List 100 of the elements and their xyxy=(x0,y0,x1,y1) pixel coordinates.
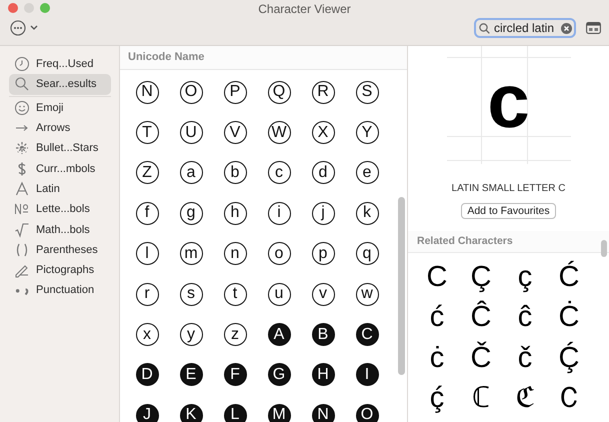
related-character[interactable]: ℂ xyxy=(459,378,503,419)
related-character[interactable]: Ç xyxy=(459,257,503,298)
scrollbar-thumb[interactable] xyxy=(398,197,405,375)
circled-letter[interactable]: s xyxy=(180,282,202,306)
filled-circled-letter[interactable]: M xyxy=(268,404,290,422)
filled-circled-letter[interactable]: G xyxy=(268,363,290,386)
related-character[interactable]: ℭ xyxy=(503,378,547,419)
filled-circled-letter[interactable]: K xyxy=(180,404,202,422)
sidebar-item[interactable]: Latin xyxy=(9,178,111,200)
circled-letter[interactable]: W xyxy=(268,121,290,144)
related-character[interactable]: Ċ xyxy=(547,298,591,338)
root-icon xyxy=(14,222,30,238)
related-character[interactable]: ç xyxy=(503,257,547,298)
close-button[interactable] xyxy=(8,3,18,13)
filled-circled-letter[interactable]: I xyxy=(356,363,378,386)
circled-letter[interactable]: Y xyxy=(356,121,378,144)
sidebar-item[interactable]: Pictographs xyxy=(9,260,111,280)
circled-letter[interactable]: z xyxy=(224,323,246,346)
related-character[interactable]: Ć xyxy=(547,257,591,298)
sidebar-icon[interactable] xyxy=(586,22,601,34)
add-to-favourites-button[interactable]: Add to Favourites xyxy=(461,203,556,219)
filled-circled-letter[interactable]: A xyxy=(268,323,290,346)
related-character[interactable]: ć xyxy=(415,298,459,338)
filled-circled-letter[interactable]: F xyxy=(224,363,246,386)
sidebar-item[interactable]: Punctuation xyxy=(9,280,111,301)
circled-letter[interactable]: n xyxy=(224,242,246,266)
parentheses-icon xyxy=(14,242,30,258)
chevron-icon[interactable] xyxy=(30,25,38,31)
circled-letter[interactable]: T xyxy=(136,121,158,144)
punctuation-icon xyxy=(14,288,30,296)
sidebar-item[interactable]: Math...bols xyxy=(9,219,111,240)
circled-letter[interactable]: t xyxy=(224,282,246,306)
filled-circled-letter[interactable]: H xyxy=(312,363,334,386)
circled-letter[interactable]: Z xyxy=(136,161,158,184)
related-character[interactable]: Ḉ xyxy=(547,338,591,378)
related-character[interactable]: ċ xyxy=(415,338,459,378)
circled-letter[interactable]: U xyxy=(180,121,202,144)
circled-letter[interactable]: g xyxy=(180,202,202,225)
circled-letter[interactable]: h xyxy=(224,202,246,225)
circled-letter[interactable]: R xyxy=(312,80,334,104)
filled-circled-letter[interactable]: O xyxy=(356,404,378,422)
sidebar-item[interactable]: Emoji xyxy=(9,98,111,118)
circled-letter[interactable]: e xyxy=(356,161,378,184)
sidebar-item[interactable]: Curr...mbols xyxy=(9,158,111,179)
circled-letter[interactable]: P xyxy=(224,80,246,104)
filled-circled-letter[interactable]: L xyxy=(224,404,246,422)
circled-letter[interactable]: v xyxy=(312,282,334,306)
circled-letter[interactable]: p xyxy=(312,242,334,266)
circled-letter[interactable]: a xyxy=(180,161,202,184)
circled-letter[interactable]: c xyxy=(268,161,290,184)
zoom-button[interactable] xyxy=(40,3,50,13)
circled-letter[interactable]: q xyxy=(356,242,378,266)
sidebar-item[interactable]: Arrows xyxy=(9,118,111,138)
circled-letter[interactable]: V xyxy=(224,121,246,144)
related-character[interactable]: C xyxy=(415,257,459,298)
circled-letter[interactable]: j xyxy=(312,202,334,225)
more-icon[interactable] xyxy=(10,20,26,36)
circled-letter[interactable]: X xyxy=(312,121,334,144)
related-character[interactable]: Č xyxy=(459,338,503,378)
circled-letter[interactable]: r xyxy=(136,282,158,306)
circled-letter[interactable]: x xyxy=(136,323,158,346)
filled-circled-letter[interactable]: N xyxy=(312,404,334,422)
circled-letter[interactable]: l xyxy=(136,242,158,266)
clear-icon[interactable] xyxy=(561,22,572,34)
circled-letter[interactable]: k xyxy=(356,202,378,225)
search-field[interactable]: circled latin xyxy=(474,18,576,38)
filled-circled-letter[interactable]: C xyxy=(356,323,378,346)
column-header: Unicode Name xyxy=(120,46,407,70)
circled-letter[interactable]: f xyxy=(136,202,158,225)
circled-letter[interactable]: S xyxy=(356,80,378,104)
circled-letter[interactable]: w xyxy=(356,282,378,306)
circled-letter[interactable]: b xyxy=(224,161,246,184)
sidebar-item[interactable]: Lette...bols xyxy=(9,199,111,220)
circled-letter[interactable]: y xyxy=(180,323,202,346)
circled-letter[interactable]: O xyxy=(180,80,202,104)
circled-letter[interactable]: d xyxy=(312,161,334,184)
filled-circled-letter[interactable]: J xyxy=(136,404,158,422)
sidebar-item[interactable]: Bullet...Stars xyxy=(9,138,111,158)
search-icon xyxy=(479,22,490,34)
circled-letter[interactable]: u xyxy=(268,282,290,306)
character-name: LATIN SMALL LETTER C xyxy=(450,183,566,194)
circled-letter[interactable]: Q xyxy=(268,80,290,104)
sidebar-item[interactable]: Freq...Used xyxy=(9,54,111,74)
letter-icon xyxy=(14,180,30,197)
related-character[interactable]: ḉ xyxy=(415,378,459,419)
related-character[interactable]: Ｃ xyxy=(547,378,591,419)
scrollbar-thumb[interactable] xyxy=(601,240,607,257)
sidebar-item[interactable]: Parentheses xyxy=(9,240,111,260)
asterisk-icon xyxy=(14,140,30,156)
related-character[interactable]: ĉ xyxy=(503,298,547,338)
circled-letter[interactable]: N xyxy=(136,80,158,104)
filled-circled-letter[interactable]: E xyxy=(180,363,202,386)
related-character[interactable]: Ĉ xyxy=(459,298,503,338)
filled-circled-letter[interactable]: B xyxy=(312,323,334,346)
circled-letter[interactable]: o xyxy=(268,242,290,266)
circled-letter[interactable]: i xyxy=(268,202,290,225)
sidebar-item[interactable]: Sear...esults xyxy=(9,74,111,95)
related-character[interactable]: č xyxy=(503,338,547,378)
circled-letter[interactable]: m xyxy=(180,242,202,266)
filled-circled-letter[interactable]: D xyxy=(136,363,158,386)
